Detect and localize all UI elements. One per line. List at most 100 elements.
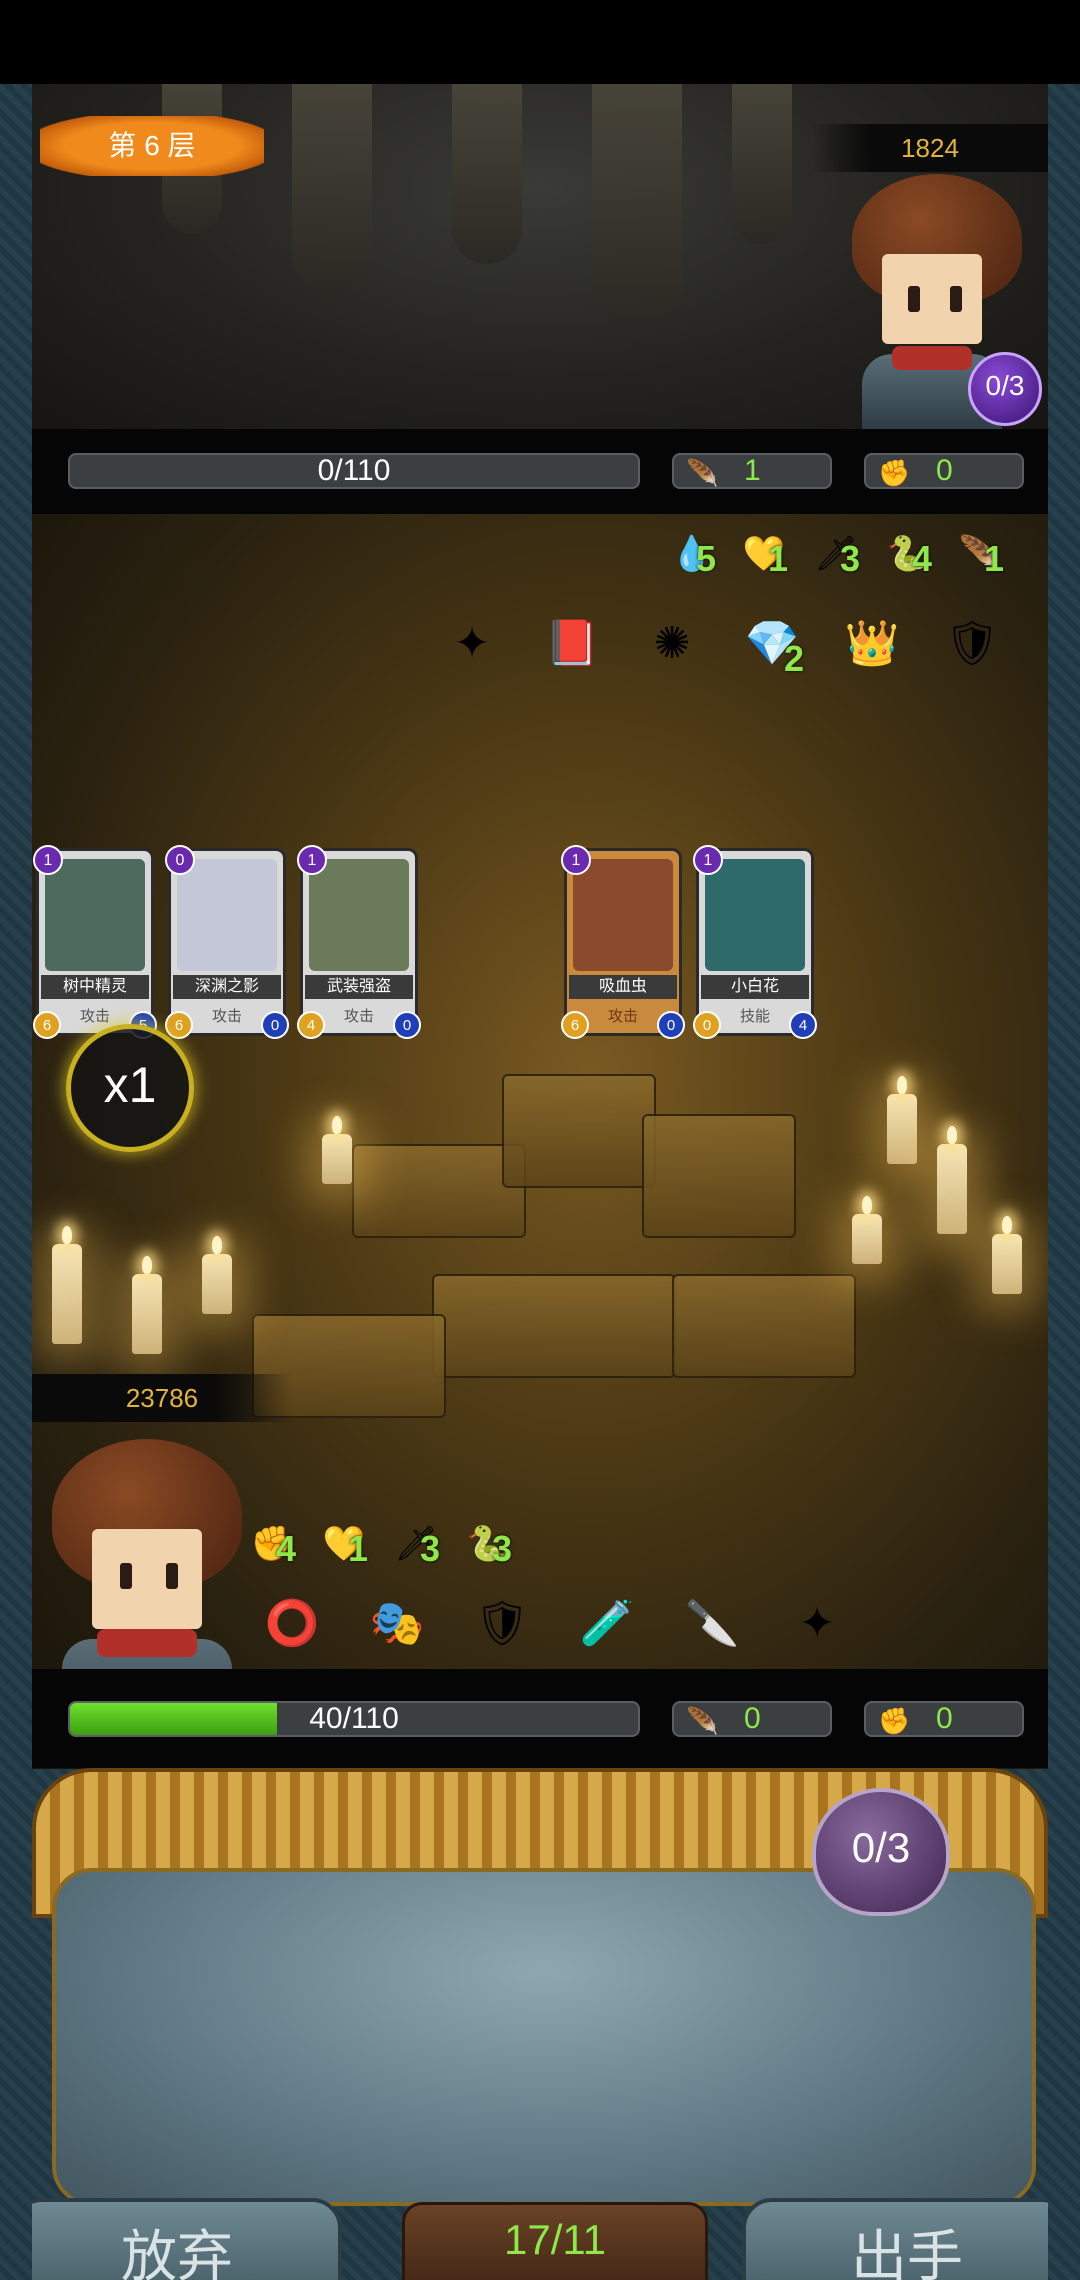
- spellbook-icon[interactable]: 📕: [542, 614, 602, 674]
- green-shield-icon[interactable]: 🛡: [472, 1594, 532, 1654]
- card-art: [705, 859, 805, 971]
- card-type: 攻击: [343, 1008, 374, 1025]
- board-card[interactable]: 小白花技能 1 0 4: [693, 845, 817, 1039]
- card-type: 攻击: [607, 1008, 638, 1025]
- card-name: 武装强盗: [305, 975, 413, 999]
- card-art: [309, 859, 409, 971]
- card-attack: 6: [561, 1011, 589, 1039]
- card-type: 攻击: [211, 1008, 242, 1025]
- card-type: 技能: [739, 1008, 770, 1025]
- play-label: 出手: [851, 2225, 963, 2280]
- card-attack: 0: [693, 1011, 721, 1039]
- player-strength-value: 0: [936, 1702, 953, 1735]
- buff-stack-count: 4: [912, 538, 933, 579]
- fist-icon: ✊: [878, 458, 911, 488]
- board-card[interactable]: 吸血虫攻击 1 6 0: [561, 845, 685, 1039]
- enemy-shield-value: 1: [744, 454, 761, 487]
- player-items: ⭕ 🎭 🛡 🧪 🔪 ✦: [262, 1584, 882, 1664]
- player-score-value: 23786: [125, 1383, 199, 1413]
- card-name: 小白花: [701, 975, 809, 999]
- deck-count: 17/11: [504, 2216, 606, 2263]
- enemy-hp-text: 0/110: [317, 454, 391, 487]
- enemy-stats-strip: 0/110 🪶 1 ✊ 0: [32, 429, 1048, 514]
- enemy-items: ✦ 📕 ✺ 💎 2 👑 🛡: [442, 604, 1042, 684]
- player-score: 23786: [32, 1374, 292, 1422]
- play-button[interactable]: 出手: [742, 2198, 1048, 2280]
- fist-icon: ✊: [878, 1706, 911, 1736]
- belt-icon[interactable]: ⭕: [262, 1594, 322, 1654]
- board-card[interactable]: 武装强盗攻击 1 4 0: [297, 845, 421, 1039]
- green-shield-icon[interactable]: 🛡: [942, 614, 1002, 674]
- card-name: 深渊之影: [173, 975, 281, 999]
- card-defense: 4: [789, 1011, 817, 1039]
- discard-button[interactable]: 放弃: [32, 2198, 342, 2280]
- buff-stack-count: 1: [984, 538, 1005, 579]
- player-energy-crystal: 0/3: [812, 1788, 950, 1916]
- card-art: [45, 859, 145, 971]
- item-stack-count: 2: [784, 638, 805, 679]
- status-bar: [0, 0, 1080, 84]
- card-defense: 0: [261, 1011, 289, 1039]
- card-attack: 6: [33, 1011, 61, 1039]
- shuriken-icon[interactable]: ✦: [442, 614, 502, 674]
- arena: 第 6 层 1824 0/3 0/110 🪶 1 ✊ 0 💧 5 💛 1 🗡 3…: [32, 84, 1048, 2280]
- hand-area: 0/3 放弃 出手 17/11: [32, 1768, 1048, 2280]
- crown-icon[interactable]: 👑: [842, 614, 902, 674]
- hand-tray: [52, 1868, 1036, 2206]
- card-defense: 0: [657, 1011, 685, 1039]
- enemy-shield-chip: 🪶 1: [672, 453, 832, 489]
- enemy-strength-value: 0: [936, 454, 953, 487]
- shuriken-icon[interactable]: ✦: [787, 1594, 847, 1654]
- board-cards: 树中精灵攻击165深渊之影攻击060武装强盗攻击140吸血虫攻击160小白花技能…: [32, 764, 1048, 1039]
- enemy-score: 1824: [812, 124, 1048, 172]
- player-energy-value: 0/3: [851, 1824, 911, 1871]
- player-shield-value: 0: [744, 1702, 761, 1735]
- enemy-energy-orb: 0/3: [968, 352, 1042, 426]
- board-card[interactable]: 树中精灵攻击165: [33, 845, 157, 1039]
- card-attack: 6: [165, 1011, 193, 1039]
- draw-pile[interactable]: 17/11: [402, 2202, 708, 2280]
- buff-stack-count: 1: [768, 538, 789, 579]
- speed-toggle[interactable]: x1: [66, 1024, 194, 1152]
- player-shield-chip: 🪶 0: [672, 1701, 832, 1737]
- player-strength-chip: ✊ 0: [864, 1701, 1024, 1737]
- card-type: 攻击: [79, 1008, 110, 1025]
- floor-badge: 第 6 层: [40, 116, 264, 176]
- card-defense: 0: [393, 1011, 421, 1039]
- discard-label: 放弃: [121, 2225, 233, 2280]
- game-stage: 第 6 层 1824 0/3 0/110 🪶 1 ✊ 0 💧 5 💛 1 🗡 3…: [0, 84, 1080, 2280]
- speed-value: x1: [103, 1057, 157, 1113]
- enemy-hp-bar: 0/110: [68, 453, 640, 489]
- card-art: [573, 859, 673, 971]
- card-cost: 1: [561, 845, 591, 875]
- board-card[interactable]: 深渊之影攻击 0 6 0: [165, 845, 289, 1039]
- card-cost: 0: [165, 845, 195, 875]
- card-cost: 1: [297, 845, 327, 875]
- player-stats-strip: 40/110 🪶 0 ✊ 0: [32, 1669, 1048, 1768]
- enemy-zone: 第 6 层 1824 0/3: [32, 84, 1048, 429]
- buff-stack-count: 4: [276, 1528, 297, 1569]
- player-buffs: ✊ 4 💛 1 🗡 3 🐍 3: [242, 1514, 572, 1574]
- blade-icon[interactable]: 🔪: [682, 1594, 742, 1654]
- enemy-buffs: 💧 5 💛 1 🗡 3 🐍 4 🪶 1: [662, 524, 1042, 584]
- golden-mask-icon[interactable]: 🎭: [367, 1594, 427, 1654]
- buff-stack-count: 5: [696, 538, 717, 579]
- floor-label: 第 6 层: [108, 130, 196, 161]
- card-attack: 4: [297, 1011, 325, 1039]
- splash-icon[interactable]: ✺: [642, 614, 702, 674]
- player-hp-text: 40/110: [309, 1702, 399, 1735]
- card-cost: 1: [33, 845, 63, 875]
- enemy-strength-chip: ✊ 0: [864, 453, 1024, 489]
- card-art: [177, 859, 277, 971]
- card-name: 吸血虫: [569, 975, 677, 999]
- potion-icon[interactable]: 🧪: [577, 1594, 637, 1654]
- card-cost: 1: [693, 845, 723, 875]
- buff-stack-count: 3: [420, 1528, 441, 1569]
- enemy-energy-value: 0/3: [985, 370, 1025, 401]
- feather-icon: 🪶: [686, 1706, 719, 1736]
- buff-stack-count: 3: [492, 1528, 513, 1569]
- enemy-score-value: 1824: [901, 133, 959, 163]
- buff-stack-count: 3: [840, 538, 861, 579]
- card-name: 树中精灵: [41, 975, 149, 999]
- player-hp-bar: 40/110: [68, 1701, 640, 1737]
